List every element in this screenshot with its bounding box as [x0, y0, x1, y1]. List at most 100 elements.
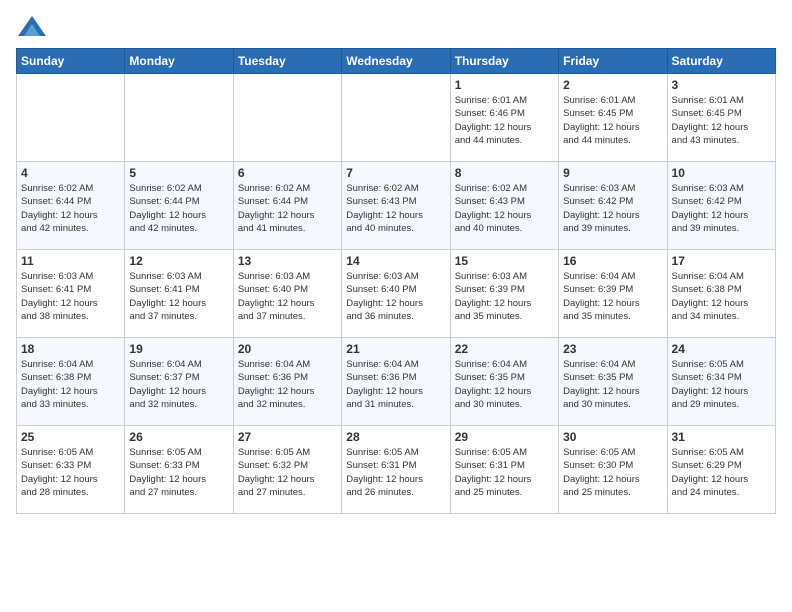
page-header: [16, 16, 776, 36]
calendar-cell: [17, 74, 125, 162]
day-number: 6: [238, 166, 337, 180]
calendar-cell: 2 Sunrise: 6:01 AM Sunset: 6:45 PM Daylig…: [559, 74, 667, 162]
day-number: 15: [455, 254, 554, 268]
week-row-1: 1 Sunrise: 6:01 AM Sunset: 6:46 PM Daylig…: [17, 74, 776, 162]
calendar-cell: 8 Sunrise: 6:02 AM Sunset: 6:43 PM Daylig…: [450, 162, 558, 250]
calendar-cell: 7 Sunrise: 6:02 AM Sunset: 6:43 PM Daylig…: [342, 162, 450, 250]
day-number: 22: [455, 342, 554, 356]
calendar-cell: 18Sunrise: 6:04 AM Sunset: 6:38 PM Dayli…: [17, 338, 125, 426]
day-info: Sunrise: 6:02 AM Sunset: 6:43 PM Dayligh…: [346, 182, 445, 235]
day-number: 13: [238, 254, 337, 268]
weekday-wednesday: Wednesday: [342, 49, 450, 74]
calendar-cell: 21 Sunrise: 6:04 AM Sunset: 6:36 PM Dayli…: [342, 338, 450, 426]
day-number: 2: [563, 78, 662, 92]
day-info: Sunrise: 6:05 AM Sunset: 6:31 PM Dayligh…: [346, 446, 445, 499]
calendar-table: SundayMondayTuesdayWednesdayThursdayFrid…: [16, 48, 776, 514]
calendar-cell: 12 Sunrise: 6:03 AM Sunset: 6:41 PM Dayli…: [125, 250, 233, 338]
weekday-thursday: Thursday: [450, 49, 558, 74]
day-number: 21: [346, 342, 445, 356]
calendar-cell: 25 Sunrise: 6:05 AM Sunset: 6:33 PM Dayli…: [17, 426, 125, 514]
day-number: 14: [346, 254, 445, 268]
day-number: 20: [238, 342, 337, 356]
day-info: Sunrise: 6:05 AM Sunset: 6:32 PM Dayligh…: [238, 446, 337, 499]
day-number: 27: [238, 430, 337, 444]
day-info: Sunrise: 6:04 AM Sunset: 6:36 PM Dayligh…: [238, 358, 337, 411]
calendar-cell: 5 Sunrise: 6:02 AM Sunset: 6:44 PM Daylig…: [125, 162, 233, 250]
calendar-cell: 11Sunrise: 6:03 AM Sunset: 6:41 PM Dayli…: [17, 250, 125, 338]
logo-icon: [18, 16, 46, 36]
calendar-cell: 9Sunrise: 6:03 AM Sunset: 6:42 PM Daylig…: [559, 162, 667, 250]
day-info: Sunrise: 6:02 AM Sunset: 6:43 PM Dayligh…: [455, 182, 554, 235]
day-info: Sunrise: 6:05 AM Sunset: 6:33 PM Dayligh…: [129, 446, 228, 499]
week-row-3: 11Sunrise: 6:03 AM Sunset: 6:41 PM Dayli…: [17, 250, 776, 338]
day-info: Sunrise: 6:03 AM Sunset: 6:40 PM Dayligh…: [238, 270, 337, 323]
calendar-cell: 6 Sunrise: 6:02 AM Sunset: 6:44 PM Daylig…: [233, 162, 341, 250]
day-number: 25: [21, 430, 120, 444]
day-number: 4: [21, 166, 120, 180]
weekday-sunday: Sunday: [17, 49, 125, 74]
weekday-saturday: Saturday: [667, 49, 775, 74]
day-number: 8: [455, 166, 554, 180]
calendar-body: 1 Sunrise: 6:01 AM Sunset: 6:46 PM Daylig…: [17, 74, 776, 514]
calendar-cell: 1 Sunrise: 6:01 AM Sunset: 6:46 PM Daylig…: [450, 74, 558, 162]
day-info: Sunrise: 6:02 AM Sunset: 6:44 PM Dayligh…: [238, 182, 337, 235]
day-info: Sunrise: 6:04 AM Sunset: 6:36 PM Dayligh…: [346, 358, 445, 411]
calendar-cell: 22 Sunrise: 6:04 AM Sunset: 6:35 PM Dayli…: [450, 338, 558, 426]
day-info: Sunrise: 6:03 AM Sunset: 6:39 PM Dayligh…: [455, 270, 554, 323]
day-info: Sunrise: 6:01 AM Sunset: 6:45 PM Dayligh…: [672, 94, 771, 147]
calendar-cell: 13 Sunrise: 6:03 AM Sunset: 6:40 PM Dayli…: [233, 250, 341, 338]
weekday-monday: Monday: [125, 49, 233, 74]
day-info: Sunrise: 6:04 AM Sunset: 6:38 PM Dayligh…: [21, 358, 120, 411]
day-number: 12: [129, 254, 228, 268]
weekday-header-row: SundayMondayTuesdayWednesdayThursdayFrid…: [17, 49, 776, 74]
weekday-friday: Friday: [559, 49, 667, 74]
calendar-cell: 23Sunrise: 6:04 AM Sunset: 6:35 PM Dayli…: [559, 338, 667, 426]
day-info: Sunrise: 6:05 AM Sunset: 6:30 PM Dayligh…: [563, 446, 662, 499]
logo: [16, 16, 46, 36]
calendar-cell: 16Sunrise: 6:04 AM Sunset: 6:39 PM Dayli…: [559, 250, 667, 338]
day-info: Sunrise: 6:05 AM Sunset: 6:34 PM Dayligh…: [672, 358, 771, 411]
day-info: Sunrise: 6:04 AM Sunset: 6:37 PM Dayligh…: [129, 358, 228, 411]
day-number: 31: [672, 430, 771, 444]
calendar-cell: 24 Sunrise: 6:05 AM Sunset: 6:34 PM Dayli…: [667, 338, 775, 426]
day-info: Sunrise: 6:02 AM Sunset: 6:44 PM Dayligh…: [129, 182, 228, 235]
calendar-cell: 4 Sunrise: 6:02 AM Sunset: 6:44 PM Daylig…: [17, 162, 125, 250]
day-number: 24: [672, 342, 771, 356]
day-info: Sunrise: 6:04 AM Sunset: 6:35 PM Dayligh…: [563, 358, 662, 411]
day-number: 16: [563, 254, 662, 268]
calendar-cell: 29Sunrise: 6:05 AM Sunset: 6:31 PM Dayli…: [450, 426, 558, 514]
day-number: 1: [455, 78, 554, 92]
day-number: 3: [672, 78, 771, 92]
calendar-cell: 31 Sunrise: 6:05 AM Sunset: 6:29 PM Dayli…: [667, 426, 775, 514]
week-row-5: 25 Sunrise: 6:05 AM Sunset: 6:33 PM Dayli…: [17, 426, 776, 514]
day-number: 28: [346, 430, 445, 444]
day-info: Sunrise: 6:05 AM Sunset: 6:33 PM Dayligh…: [21, 446, 120, 499]
day-number: 17: [672, 254, 771, 268]
day-number: 5: [129, 166, 228, 180]
calendar-cell: 19 Sunrise: 6:04 AM Sunset: 6:37 PM Dayli…: [125, 338, 233, 426]
week-row-4: 18Sunrise: 6:04 AM Sunset: 6:38 PM Dayli…: [17, 338, 776, 426]
day-info: Sunrise: 6:01 AM Sunset: 6:45 PM Dayligh…: [563, 94, 662, 147]
day-info: Sunrise: 6:03 AM Sunset: 6:41 PM Dayligh…: [21, 270, 120, 323]
day-info: Sunrise: 6:04 AM Sunset: 6:35 PM Dayligh…: [455, 358, 554, 411]
day-info: Sunrise: 6:02 AM Sunset: 6:44 PM Dayligh…: [21, 182, 120, 235]
day-info: Sunrise: 6:01 AM Sunset: 6:46 PM Dayligh…: [455, 94, 554, 147]
day-number: 19: [129, 342, 228, 356]
calendar-cell: 15 Sunrise: 6:03 AM Sunset: 6:39 PM Dayli…: [450, 250, 558, 338]
day-number: 30: [563, 430, 662, 444]
calendar-cell: [233, 74, 341, 162]
calendar-cell: 10Sunrise: 6:03 AM Sunset: 6:42 PM Dayli…: [667, 162, 775, 250]
day-info: Sunrise: 6:03 AM Sunset: 6:41 PM Dayligh…: [129, 270, 228, 323]
day-info: Sunrise: 6:05 AM Sunset: 6:29 PM Dayligh…: [672, 446, 771, 499]
weekday-tuesday: Tuesday: [233, 49, 341, 74]
day-info: Sunrise: 6:03 AM Sunset: 6:42 PM Dayligh…: [672, 182, 771, 235]
calendar-cell: [342, 74, 450, 162]
calendar-cell: 28 Sunrise: 6:05 AM Sunset: 6:31 PM Dayli…: [342, 426, 450, 514]
day-info: Sunrise: 6:04 AM Sunset: 6:38 PM Dayligh…: [672, 270, 771, 323]
day-number: 29: [455, 430, 554, 444]
day-number: 7: [346, 166, 445, 180]
calendar-cell: 26Sunrise: 6:05 AM Sunset: 6:33 PM Dayli…: [125, 426, 233, 514]
day-info: Sunrise: 6:03 AM Sunset: 6:40 PM Dayligh…: [346, 270, 445, 323]
day-info: Sunrise: 6:03 AM Sunset: 6:42 PM Dayligh…: [563, 182, 662, 235]
calendar-cell: 17 Sunrise: 6:04 AM Sunset: 6:38 PM Dayli…: [667, 250, 775, 338]
